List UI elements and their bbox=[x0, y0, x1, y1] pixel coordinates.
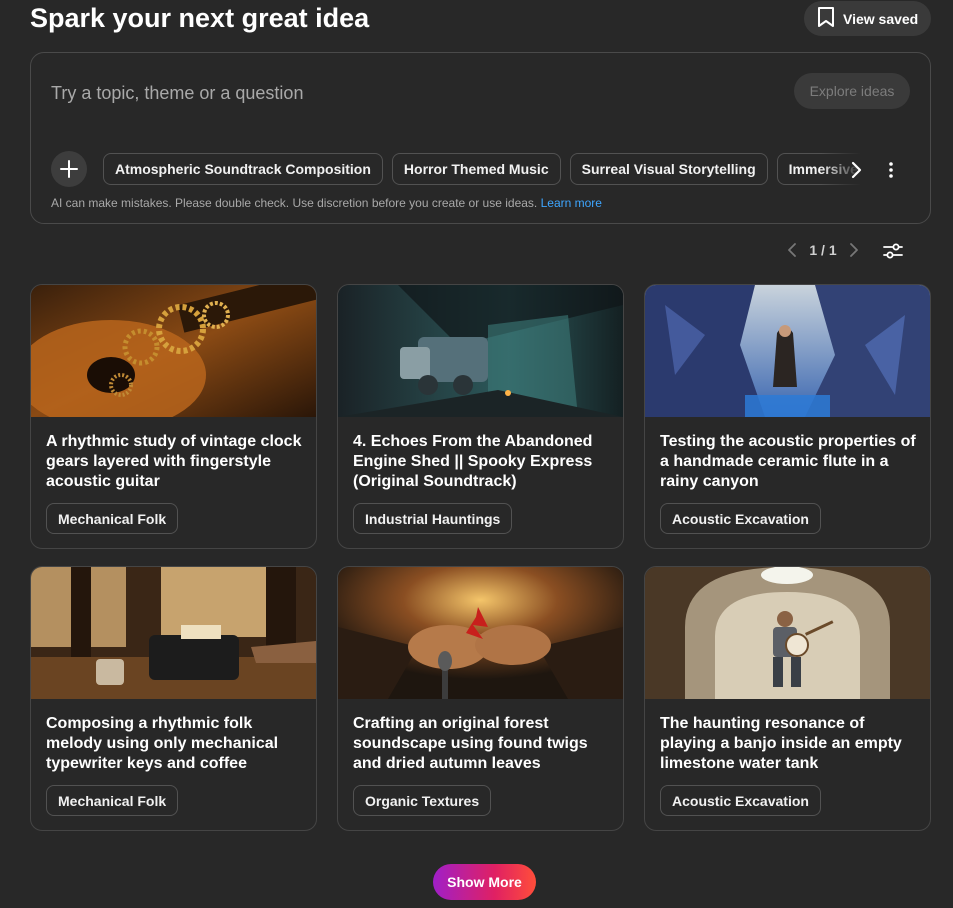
chevron-right-icon bbox=[850, 243, 858, 257]
disclaimer: AI can make mistakes. Please double chec… bbox=[51, 196, 602, 210]
idea-prompt-panel: Explore ideas Atmospheric Soundtrack Com… bbox=[30, 52, 931, 224]
bookmark-icon bbox=[817, 7, 835, 30]
idea-card[interactable]: Composing a rhythmic folk melody using o… bbox=[30, 566, 317, 831]
chevron-left-icon bbox=[788, 243, 796, 257]
chips-next-button[interactable] bbox=[843, 155, 869, 185]
idea-card[interactable]: 4. Echoes From the Abandoned Engine Shed… bbox=[337, 284, 624, 549]
card-title: Crafting an original forest soundscape u… bbox=[353, 715, 588, 772]
card-title: Composing a rhythmic folk melody using o… bbox=[46, 715, 279, 772]
idea-card[interactable]: Testing the acoustic properties of a han… bbox=[644, 284, 931, 549]
plus-icon bbox=[60, 160, 78, 178]
idea-card[interactable]: Crafting an original forest soundscape u… bbox=[337, 566, 624, 831]
card-title: Testing the acoustic properties of a han… bbox=[660, 433, 916, 490]
view-saved-button[interactable]: View saved bbox=[804, 1, 931, 36]
chips-more-button[interactable] bbox=[879, 155, 903, 185]
card-tag[interactable]: Acoustic Excavation bbox=[660, 785, 821, 816]
suggestion-chip[interactable]: Atmospheric Soundtrack Composition bbox=[103, 153, 383, 185]
card-thumbnail-banjo-tank bbox=[645, 567, 930, 699]
previous-page-button[interactable] bbox=[782, 236, 802, 264]
card-tag[interactable]: Organic Textures bbox=[353, 785, 492, 816]
suggestion-chip[interactable]: Horror Themed Music bbox=[391, 153, 561, 185]
chevron-right-icon bbox=[851, 161, 862, 179]
more-vertical-icon bbox=[889, 162, 893, 178]
card-thumbnail-train-shed bbox=[338, 285, 623, 417]
sliders-icon bbox=[883, 243, 903, 259]
show-more-button[interactable]: Show More bbox=[433, 864, 536, 900]
pagination: 1 / 1 bbox=[782, 236, 864, 264]
disclaimer-text: AI can make mistakes. Please double chec… bbox=[51, 196, 538, 210]
card-tag[interactable]: Industrial Hauntings bbox=[353, 503, 513, 534]
learn-more-link[interactable]: Learn more bbox=[541, 196, 602, 210]
next-page-button[interactable] bbox=[844, 236, 864, 264]
suggestion-chips: Atmospheric Soundtrack Composition Horro… bbox=[103, 153, 871, 186]
card-title: 4. Echoes From the Abandoned Engine Shed… bbox=[353, 433, 593, 490]
view-saved-label: View saved bbox=[843, 10, 919, 27]
card-tag[interactable]: Mechanical Folk bbox=[46, 503, 179, 534]
card-title: A rhythmic study of vintage clock gears … bbox=[46, 433, 302, 490]
card-title: The haunting resonance of playing a banj… bbox=[660, 715, 902, 772]
idea-card[interactable]: The haunting resonance of playing a banj… bbox=[644, 566, 931, 831]
explore-ideas-button[interactable]: Explore ideas bbox=[794, 73, 910, 109]
suggestion-chip[interactable]: Surreal Visual Storytelling bbox=[569, 153, 768, 185]
filter-button[interactable] bbox=[880, 238, 906, 264]
page-indicator: 1 / 1 bbox=[809, 242, 837, 258]
card-thumbnail-typewriter bbox=[31, 567, 316, 699]
card-thumbnail-flute-canyon bbox=[645, 285, 930, 417]
card-thumbnail-guitar-gears bbox=[31, 285, 316, 417]
page-title: Spark your next great idea bbox=[30, 3, 370, 33]
card-tag[interactable]: Acoustic Excavation bbox=[660, 503, 821, 534]
add-button[interactable] bbox=[51, 151, 87, 187]
card-thumbnail-forest-leaves bbox=[338, 567, 623, 699]
topic-input[interactable] bbox=[51, 81, 771, 105]
card-tag[interactable]: Mechanical Folk bbox=[46, 785, 179, 816]
idea-card[interactable]: A rhythmic study of vintage clock gears … bbox=[30, 284, 317, 549]
